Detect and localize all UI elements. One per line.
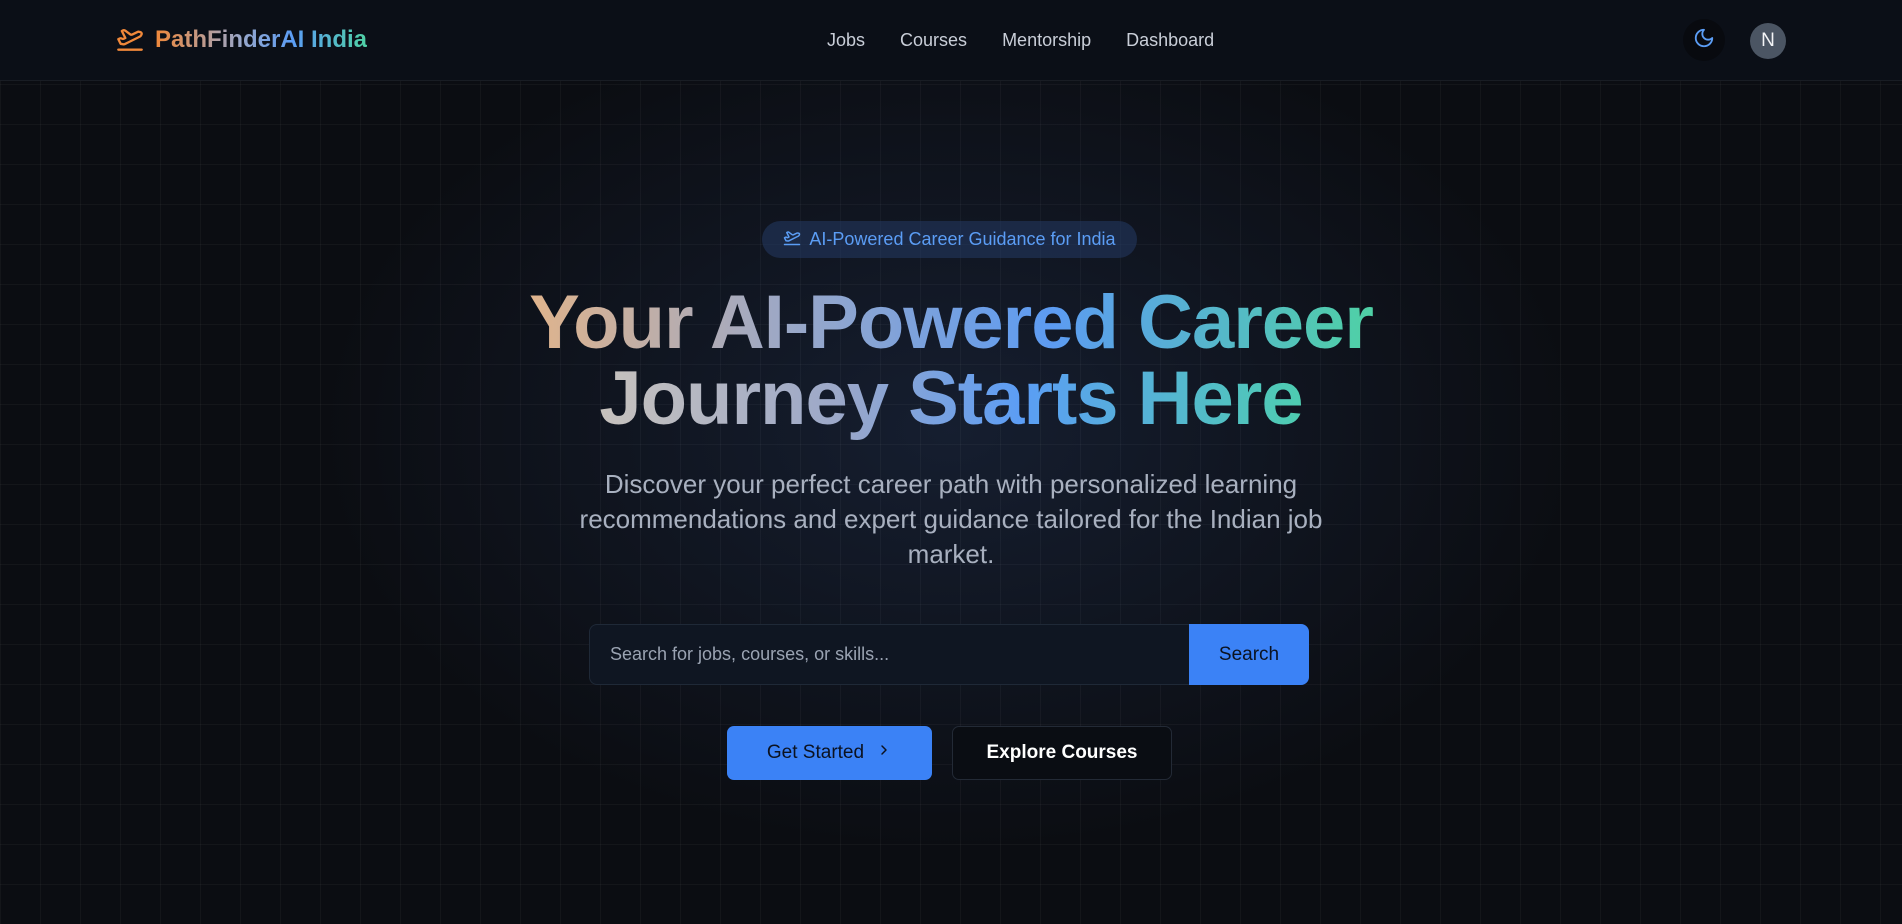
nav-link-dashboard[interactable]: Dashboard bbox=[1126, 30, 1214, 51]
chevron-right-icon bbox=[876, 742, 892, 764]
nav-link-jobs[interactable]: Jobs bbox=[827, 30, 865, 51]
plane-takeoff-icon bbox=[783, 228, 801, 251]
brand-logo-link[interactable]: PathFinderAI India bbox=[115, 22, 367, 58]
background-grid bbox=[0, 0, 1902, 924]
theme-toggle-button[interactable] bbox=[1683, 19, 1725, 61]
search-bar: Search bbox=[589, 624, 1309, 685]
nav-link-mentorship[interactable]: Mentorship bbox=[1002, 30, 1091, 51]
moon-icon bbox=[1693, 27, 1715, 54]
search-button[interactable]: Search bbox=[1189, 624, 1309, 685]
avatar-initial: N bbox=[1761, 30, 1775, 51]
hero-badge-text: AI-Powered Career Guidance for India bbox=[809, 229, 1116, 249]
get-started-button[interactable]: Get Started bbox=[727, 726, 932, 780]
plane-takeoff-icon bbox=[115, 24, 145, 57]
nav-link-courses[interactable]: Courses bbox=[900, 30, 967, 51]
search-input[interactable] bbox=[589, 624, 1189, 685]
user-avatar[interactable]: N bbox=[1750, 23, 1786, 59]
hero-headline: Your AI-Powered Career Journey Starts He… bbox=[451, 285, 1451, 437]
headline-line-1: Your AI-Powered Career bbox=[529, 280, 1374, 365]
explore-courses-button[interactable]: Explore Courses bbox=[952, 726, 1172, 780]
hero-badge: AI-Powered Career Guidance for India bbox=[762, 221, 1137, 258]
brand-name: PathFinderAI India bbox=[155, 26, 368, 53]
hero-subtitle: Discover your perfect career path with p… bbox=[579, 469, 1323, 569]
main-nav: Jobs Courses Mentorship Dashboard bbox=[827, 22, 1214, 58]
top-navbar: PathFinderAI India Jobs Courses Mentorsh… bbox=[0, 0, 1902, 81]
page: PathFinderAI India Jobs Courses Mentorsh… bbox=[0, 0, 1902, 924]
headline-line-2: Journey Starts Here bbox=[599, 356, 1303, 441]
get-started-label: Get Started bbox=[766, 742, 865, 763]
